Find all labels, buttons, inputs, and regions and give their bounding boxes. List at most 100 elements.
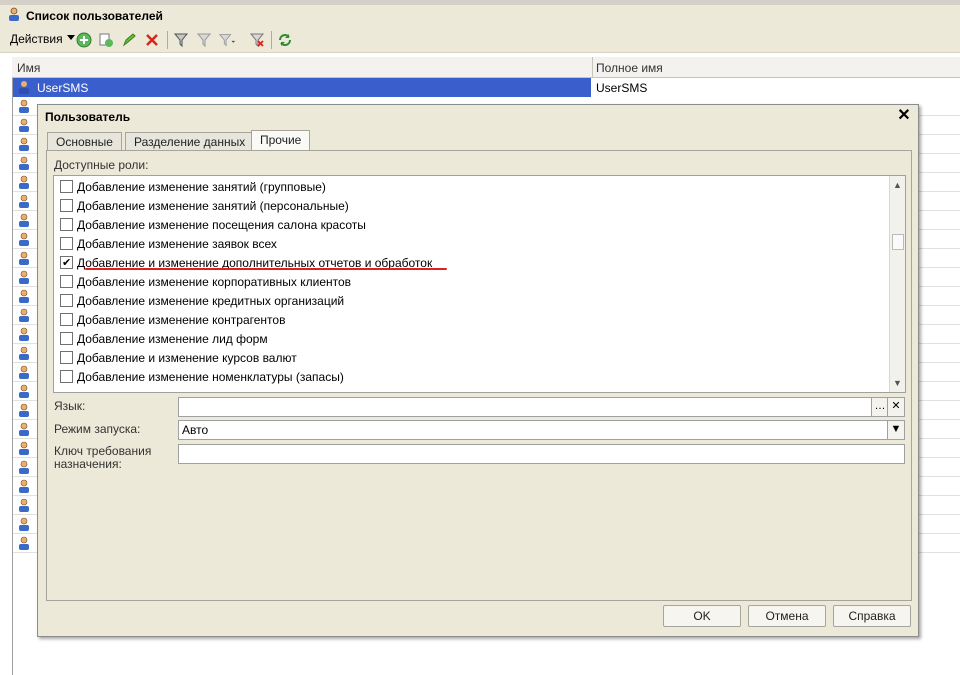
select-more-icon[interactable]: … [871,398,888,416]
role-checkbox[interactable] [60,294,73,308]
table-row-selected[interactable]: UserSMS [13,78,591,97]
role-item[interactable]: Добавление изменение посещения салона кр… [60,216,366,235]
row-name: UserSMS [37,81,89,95]
tab-data-separation[interactable]: Разделение данных [125,132,255,151]
role-item[interactable]: Добавление изменение занятий (персональн… [60,197,349,216]
role-item[interactable]: Добавление изменение корпоративных клиен… [60,273,351,292]
row-divider [13,286,39,287]
roles-scrollbar[interactable]: ▲ ▼ [889,176,905,392]
refresh-icon[interactable] [276,31,294,49]
list-header: Имя Полное имя [12,57,960,78]
window-title: Список пользователей [26,9,163,23]
filter-settings-icon[interactable] [172,31,190,49]
delete-icon[interactable] [143,31,161,49]
role-checkbox[interactable] [60,351,73,365]
filter-dropdown-icon[interactable] [218,31,236,49]
startup-mode-select[interactable]: Авто ▼ [178,420,905,440]
row-divider [13,248,39,249]
row-divider [13,153,39,154]
scroll-up-icon[interactable]: ▲ [891,178,904,192]
row-divider [916,229,960,230]
actions-menu-button[interactable]: Действия [10,32,75,46]
roles-list[interactable]: Добавление изменение занятий (групповые)… [53,175,906,393]
role-checkbox[interactable] [60,218,73,232]
role-checkbox[interactable] [60,370,73,384]
role-checkbox[interactable] [60,180,73,194]
tab-osnovnye[interactable]: Основные [47,132,122,151]
row-divider [13,495,39,496]
role-checkbox[interactable] [60,275,73,289]
scroll-down-icon[interactable]: ▼ [891,376,904,390]
user-icon [19,137,29,151]
tab-other[interactable]: Прочие [251,130,311,151]
row-divider [916,381,960,382]
role-item[interactable]: Добавление и изменение дополнительных от… [60,254,432,273]
row-divider [13,229,39,230]
ok-button[interactable]: OK [663,605,741,627]
row-divider [13,191,39,192]
language-field[interactable]: … ✕ [178,397,905,417]
role-item[interactable]: Добавление изменение контрагентов [60,311,285,330]
row-divider [916,267,960,268]
role-item[interactable]: Добавление изменение кредитных организац… [60,292,344,311]
user-icon [19,498,29,512]
row-divider [13,552,39,553]
role-label: Добавление изменение заявок всех [77,237,277,251]
role-label: Добавление и изменение курсов валют [77,351,297,365]
user-icon [19,460,29,474]
role-checkbox[interactable] [60,332,73,346]
role-checkbox[interactable] [60,237,73,251]
user-icon [19,384,29,398]
table-row-fullname[interactable]: UserSMS [592,78,960,97]
row-divider [13,172,39,173]
row-divider [916,400,960,401]
row-divider [916,438,960,439]
row-divider [13,362,39,363]
scroll-thumb[interactable] [892,234,904,250]
row-divider [13,438,39,439]
role-item[interactable]: Добавление и изменение курсов валют [60,349,297,368]
row-divider [916,115,960,116]
role-item[interactable]: Добавление изменение заявок всех [60,235,277,254]
user-icon [19,346,29,360]
row-divider [916,533,960,534]
row-divider [13,305,39,306]
language-label: Язык: [54,399,86,413]
role-label: Добавление изменение кредитных организац… [77,294,345,308]
clear-filter-icon[interactable] [248,31,266,49]
row-divider [916,134,960,135]
dialog-title: Пользователь [45,110,131,124]
column-fullname-header[interactable]: Полное имя [596,61,663,75]
role-item[interactable]: Добавление изменение занятий (групповые) [60,178,326,197]
help-button[interactable]: Справка [833,605,911,627]
row-divider [916,210,960,211]
row-divider [13,134,39,135]
row-divider [13,343,39,344]
row-divider [13,324,39,325]
role-item[interactable]: Добавление изменение номенклатуры (запас… [60,368,344,387]
key-field[interactable] [178,444,905,464]
clear-icon[interactable]: ✕ [887,398,904,416]
column-divider[interactable] [592,57,593,77]
role-checkbox[interactable] [60,199,73,213]
toolbar-separator [167,31,168,49]
close-icon[interactable]: ✕ [896,108,912,124]
row-divider [916,248,960,249]
chevron-down-icon[interactable]: ▼ [887,421,904,439]
add-icon[interactable] [75,31,93,49]
filter-icon[interactable] [195,31,213,49]
user-icon [19,422,29,436]
copy-icon[interactable] [97,31,115,49]
user-icon [19,232,29,246]
cancel-button[interactable]: Отмена [748,605,826,627]
column-name-header[interactable]: Имя [17,61,40,75]
edit-icon[interactable] [120,31,138,49]
dialog-titlebar: Пользователь ✕ [38,105,918,127]
role-checkbox[interactable] [60,313,73,327]
row-divider [916,362,960,363]
row-divider [13,210,39,211]
role-item[interactable]: Добавление изменение лид форм [60,330,268,349]
role-checkbox[interactable] [60,254,73,273]
user-icon [19,479,29,493]
row-divider [916,324,960,325]
